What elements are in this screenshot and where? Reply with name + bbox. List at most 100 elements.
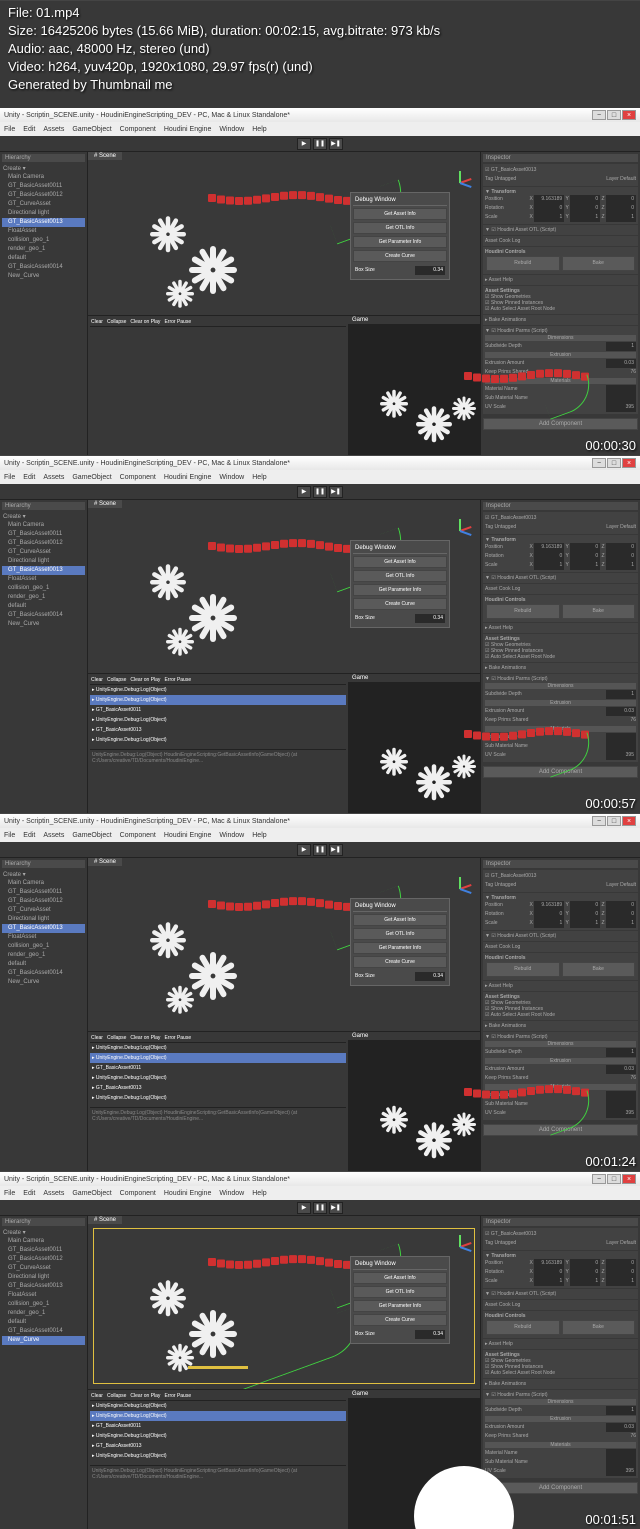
console-log-item[interactable]: ▸ UnityEngine.Debug:Log(Object) — [90, 1043, 346, 1053]
maximize-button[interactable]: □ — [607, 110, 621, 120]
scene-view[interactable]: # Scene Debug Window Get Asset InfoGet O… — [88, 858, 480, 1031]
debug-button[interactable]: Get Asset Info — [353, 914, 447, 926]
hierarchy-item[interactable]: New_Curve — [2, 1336, 85, 1345]
hierarchy-item[interactable]: Directional light — [2, 1273, 85, 1282]
console-log-item[interactable]: ▸ UnityEngine.Debug:Log(Object) — [90, 1073, 346, 1083]
console-log-item[interactable]: ▸ GT_BasicAsset0011 — [90, 705, 346, 715]
console-toolbar-button[interactable]: Clear on Play — [130, 677, 160, 683]
hierarchy-item[interactable]: default — [2, 1318, 85, 1327]
step-button[interactable]: ▶❚ — [329, 486, 343, 498]
menu-item[interactable]: Assets — [43, 1190, 64, 1197]
console-toolbar-button[interactable]: Clear — [91, 1035, 103, 1041]
close-button[interactable]: × — [622, 816, 636, 826]
hierarchy-item[interactable]: GT_BasicAsset0014 — [2, 263, 85, 272]
hierarchy-item[interactable]: default — [2, 254, 85, 263]
menu-item[interactable]: File — [4, 1190, 15, 1197]
game-view[interactable]: Game — [348, 674, 480, 813]
hierarchy-item[interactable]: FloatAsset — [2, 575, 85, 584]
menu-item[interactable]: Component — [120, 474, 156, 481]
console-log-item[interactable]: ▸ UnityEngine.Debug:Log(Object) — [90, 1431, 346, 1441]
console-toolbar-button[interactable]: Collapse — [107, 1035, 126, 1041]
console-log-item[interactable]: ▸ UnityEngine.Debug:Log(Object) — [90, 695, 346, 705]
hierarchy-item[interactable]: collision_geo_1 — [2, 1300, 85, 1309]
hierarchy-item[interactable]: default — [2, 960, 85, 969]
hierarchy-item[interactable]: render_geo_1 — [2, 951, 85, 960]
hierarchy-item[interactable]: GT_CurveAsset — [2, 1264, 85, 1273]
menu-item[interactable]: File — [4, 126, 15, 133]
debug-button[interactable]: Get OTL Info — [353, 928, 447, 940]
hierarchy-item[interactable]: GT_BasicAsset0014 — [2, 969, 85, 978]
play-button[interactable]: ▶ — [297, 138, 311, 150]
menu-item[interactable]: Component — [120, 1190, 156, 1197]
play-button[interactable]: ▶ — [297, 486, 311, 498]
hierarchy-item[interactable]: GT_CurveAsset — [2, 906, 85, 915]
menu-item[interactable]: Window — [219, 474, 244, 481]
debug-button[interactable]: Create Curve — [353, 250, 447, 262]
debug-button[interactable]: Get Asset Info — [353, 1272, 447, 1284]
menu-item[interactable]: Window — [219, 832, 244, 839]
console-toolbar-button[interactable]: Error Pause — [164, 319, 191, 325]
minimize-button[interactable]: − — [592, 816, 606, 826]
hierarchy-item[interactable]: GT_BasicAsset0013 — [2, 1282, 85, 1291]
menu-item[interactable]: Edit — [23, 832, 35, 839]
hierarchy-item[interactable]: GT_BasicAsset0014 — [2, 611, 85, 620]
console-log-item[interactable]: ▸ UnityEngine.Debug:Log(Object) — [90, 1401, 346, 1411]
hierarchy-item[interactable]: render_geo_1 — [2, 593, 85, 602]
hierarchy-item[interactable]: Main Camera — [2, 521, 85, 530]
console-toolbar-button[interactable]: Clear on Play — [130, 1035, 160, 1041]
step-button[interactable]: ▶❚ — [329, 1202, 343, 1214]
debug-button[interactable]: Get Parameter Info — [353, 236, 447, 248]
game-tab[interactable]: Game — [348, 1032, 480, 1041]
play-button[interactable]: ▶ — [297, 844, 311, 856]
console-log-item[interactable]: ▸ GT_BasicAsset0011 — [90, 1421, 346, 1431]
hierarchy-item[interactable]: Directional light — [2, 209, 85, 218]
menu-item[interactable]: File — [4, 474, 15, 481]
menu-item[interactable]: Houdini Engine — [164, 474, 211, 481]
hierarchy-item[interactable]: GT_CurveAsset — [2, 548, 85, 557]
game-tab[interactable]: Game — [348, 316, 480, 325]
console-log-item[interactable]: ▸ UnityEngine.Debug:Log(Object) — [90, 735, 346, 745]
hierarchy-item[interactable]: Main Camera — [2, 879, 85, 888]
menu-item[interactable]: Help — [252, 126, 266, 133]
hierarchy-item[interactable]: GT_CurveAsset — [2, 200, 85, 209]
menu-item[interactable]: Help — [252, 1190, 266, 1197]
pause-button[interactable]: ❚❚ — [313, 138, 327, 150]
scene-tab[interactable]: # Scene — [88, 152, 122, 160]
hierarchy-item[interactable]: Main Camera — [2, 1237, 85, 1246]
hierarchy-item[interactable]: GT_BasicAsset0014 — [2, 1327, 85, 1336]
menu-item[interactable]: File — [4, 832, 15, 839]
debug-window[interactable]: Debug Window Get Asset InfoGet OTL InfoG… — [350, 192, 450, 280]
pause-button[interactable]: ❚❚ — [313, 486, 327, 498]
debug-button[interactable]: Get Asset Info — [353, 556, 447, 568]
hierarchy-item[interactable]: FloatAsset — [2, 227, 85, 236]
hierarchy-item[interactable]: GT_BasicAsset0012 — [2, 897, 85, 906]
minimize-button[interactable]: − — [592, 458, 606, 468]
menu-item[interactable]: GameObject — [72, 1190, 111, 1197]
add-component-button[interactable]: Add Component — [483, 418, 638, 430]
hierarchy-item[interactable]: FloatAsset — [2, 1291, 85, 1300]
console-toolbar-button[interactable]: Collapse — [107, 319, 126, 325]
maximize-button[interactable]: □ — [607, 1174, 621, 1184]
menu-item[interactable]: Houdini Engine — [164, 832, 211, 839]
console-log-item[interactable]: ▸ UnityEngine.Debug:Log(Object) — [90, 715, 346, 725]
menu-item[interactable]: Help — [252, 474, 266, 481]
hierarchy-item[interactable]: New_Curve — [2, 272, 85, 281]
debug-button[interactable]: Get OTL Info — [353, 570, 447, 582]
hierarchy-item[interactable]: GT_BasicAsset0012 — [2, 191, 85, 200]
console-log-item[interactable]: ▸ UnityEngine.Debug:Log(Object) — [90, 685, 346, 695]
menu-item[interactable]: Houdini Engine — [164, 1190, 211, 1197]
hierarchy-item[interactable]: Directional light — [2, 557, 85, 566]
minimize-button[interactable]: − — [592, 1174, 606, 1184]
hierarchy-item[interactable]: render_geo_1 — [2, 245, 85, 254]
hierarchy-item[interactable]: GT_BasicAsset0012 — [2, 539, 85, 548]
menu-item[interactable]: Assets — [43, 474, 64, 481]
debug-button[interactable]: Get Parameter Info — [353, 584, 447, 596]
debug-button[interactable]: Get OTL Info — [353, 1286, 447, 1298]
hierarchy-item[interactable]: GT_BasicAsset0012 — [2, 1255, 85, 1264]
hierarchy-item[interactable]: Main Camera — [2, 173, 85, 182]
menu-item[interactable]: Edit — [23, 126, 35, 133]
hierarchy-item[interactable]: GT_BasicAsset0013 — [2, 218, 85, 227]
menu-item[interactable]: GameObject — [72, 474, 111, 481]
hierarchy-item[interactable]: GT_BasicAsset0013 — [2, 566, 85, 575]
menu-item[interactable]: GameObject — [72, 832, 111, 839]
